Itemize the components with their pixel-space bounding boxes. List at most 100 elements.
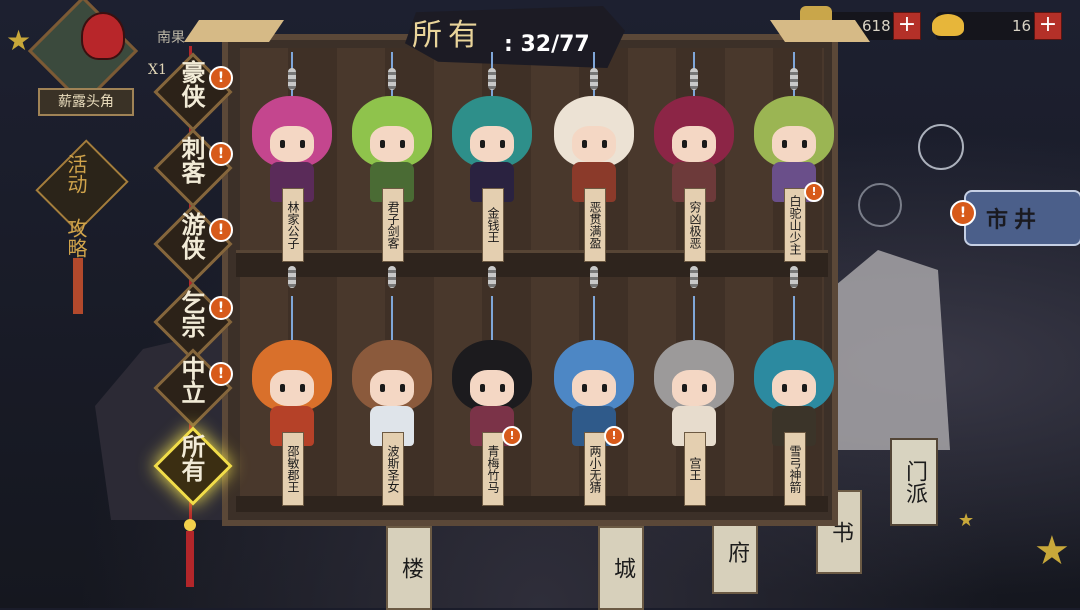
character-card[interactable]: 邵敏郡王 xyxy=(244,266,340,506)
cord-tassel xyxy=(186,531,194,587)
character-card[interactable]: 白驼山少主! xyxy=(746,52,842,262)
demon-mask-icon xyxy=(81,12,125,60)
character-alert-badge: ! xyxy=(604,426,624,446)
character-name-tag: 白驼山少主 xyxy=(784,188,806,262)
character-eye xyxy=(500,384,505,392)
character-name-tag: 宫王 xyxy=(684,432,706,506)
character-eye xyxy=(400,140,405,148)
character-name-tag: 两小无猜 xyxy=(584,432,606,506)
cord-bead xyxy=(184,519,196,531)
character-face xyxy=(772,370,816,406)
character-face xyxy=(470,370,514,406)
category-alert-badge: ! xyxy=(209,296,233,320)
character-alert-badge: ! xyxy=(502,426,522,446)
sect-button[interactable]: 门派 xyxy=(890,438,938,526)
character-card[interactable]: 林家公子 xyxy=(244,52,340,262)
category-alert-badge: ! xyxy=(209,218,233,242)
character-eye xyxy=(300,140,305,148)
bead-ornament xyxy=(590,68,598,90)
character-card[interactable]: 雪弓神箭 xyxy=(746,266,842,506)
region-name: 南果 xyxy=(157,30,185,46)
category-tab-5[interactable]: 所有 xyxy=(153,426,233,506)
character-eye xyxy=(500,140,505,148)
character-name-tag: 君子剑客 xyxy=(382,188,404,262)
star-decoration: ★ xyxy=(958,510,975,531)
character-face xyxy=(772,126,816,162)
character-eye xyxy=(682,140,687,148)
bubble-decoration xyxy=(918,124,964,170)
character-eye xyxy=(380,384,385,392)
market-alert-badge: ! xyxy=(950,200,976,226)
character-eye xyxy=(280,384,285,392)
character-eye xyxy=(400,384,405,392)
currency-value: 16 xyxy=(1012,17,1032,35)
bead-ornament xyxy=(388,266,396,288)
character-name-tag: 林家公子 xyxy=(282,188,304,262)
category-alert-badge: ! xyxy=(209,142,233,166)
character-card[interactable]: 金钱王 xyxy=(444,52,540,262)
shelf-bottom xyxy=(236,496,828,512)
bead-ornament xyxy=(288,266,296,288)
character-name-tag: 青梅竹马 xyxy=(482,432,504,506)
character-eye xyxy=(702,384,707,392)
region-title: 薪露头角 xyxy=(38,88,134,116)
character-eye xyxy=(782,384,787,392)
character-eye xyxy=(802,384,807,392)
character-face xyxy=(370,370,414,406)
character-eye xyxy=(280,140,285,148)
background-sign: 楼 xyxy=(386,526,432,610)
bead-ornament xyxy=(790,266,798,288)
bead-ornament xyxy=(488,266,496,288)
character-name-tag: 穷凶极恶 xyxy=(684,188,706,262)
character-eye xyxy=(602,140,607,148)
event-button[interactable]: 活动 xyxy=(62,154,91,194)
character-card[interactable]: 宫王 xyxy=(646,266,742,506)
currency-value: 618 xyxy=(862,17,891,35)
bead-ornament xyxy=(690,266,698,288)
character-face xyxy=(470,126,514,162)
character-eye xyxy=(300,384,305,392)
character-card[interactable]: 波斯圣女 xyxy=(344,266,440,506)
character-card[interactable]: 穷凶极恶 xyxy=(646,52,742,262)
character-face xyxy=(270,370,314,406)
character-eye xyxy=(582,384,587,392)
character-name-tag: 金钱王 xyxy=(482,188,504,262)
character-face xyxy=(270,126,314,162)
character-eye xyxy=(702,140,707,148)
roof-ornament xyxy=(184,20,284,42)
star-decoration: ★ xyxy=(1034,528,1070,574)
page-title: 所有 xyxy=(412,18,484,53)
character-face xyxy=(672,126,716,162)
character-face xyxy=(370,126,414,162)
add-currency-button[interactable]: + xyxy=(893,12,921,40)
character-eye xyxy=(480,384,485,392)
market-label: 市井 xyxy=(986,207,1043,233)
roof-ornament xyxy=(770,20,870,42)
bead-ornament xyxy=(590,266,598,288)
category-label: 所有 xyxy=(177,434,206,482)
character-eye xyxy=(582,140,587,148)
guide-button[interactable]: 攻略 xyxy=(62,218,91,258)
character-card[interactable]: 君子剑客 xyxy=(344,52,440,262)
character-face xyxy=(672,370,716,406)
character-card[interactable]: 青梅竹马! xyxy=(444,266,540,506)
character-alert-badge: ! xyxy=(804,182,824,202)
character-name-tag: 恶贯满盈 xyxy=(584,188,606,262)
character-face xyxy=(572,370,616,406)
shelf-divider xyxy=(236,250,828,277)
character-card[interactable]: 恶贯满盈 xyxy=(546,52,642,262)
character-card[interactable]: 两小无猜! xyxy=(546,266,642,506)
character-name-tag: 波斯圣女 xyxy=(382,432,404,506)
bead-ornament xyxy=(288,68,296,90)
add-gold-button[interactable]: + xyxy=(1034,12,1062,40)
character-eye xyxy=(682,384,687,392)
bead-ornament xyxy=(690,68,698,90)
bead-ornament xyxy=(388,68,396,90)
bead-ornament xyxy=(790,68,798,90)
character-eye xyxy=(802,140,807,148)
character-name-tag: 邵敏郡王 xyxy=(282,432,304,506)
gold-ingot-icon xyxy=(932,14,964,36)
character-name-tag: 雪弓神箭 xyxy=(784,432,806,506)
category-alert-badge: ! xyxy=(209,362,233,386)
character-eye xyxy=(380,140,385,148)
